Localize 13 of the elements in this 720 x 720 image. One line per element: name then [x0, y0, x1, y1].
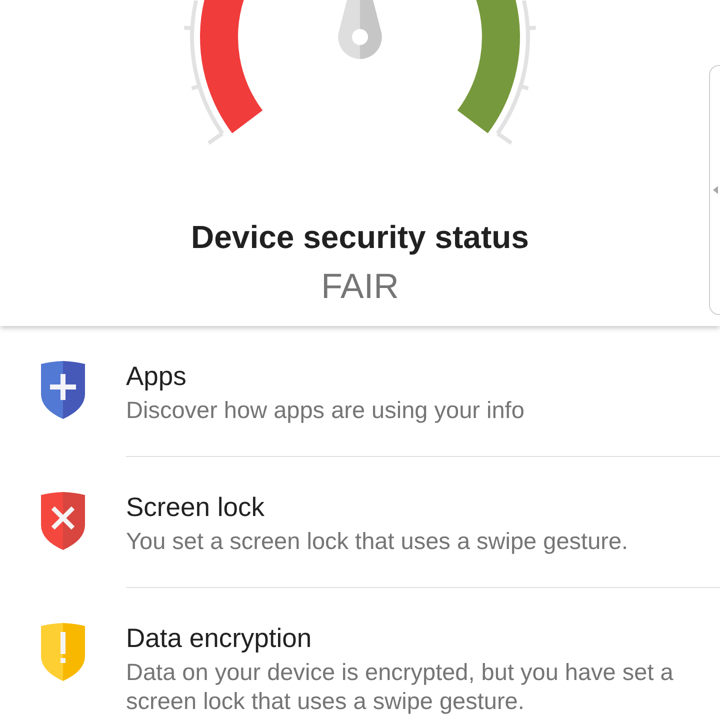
status-value: FAIR	[321, 266, 399, 308]
edge-panel-handle[interactable]	[709, 65, 720, 315]
item-description: You set a screen lock that uses a swipe gesture.	[126, 527, 630, 556]
shield-exclamation-icon	[41, 623, 85, 681]
item-description: Discover how apps are using your info	[126, 396, 526, 425]
item-title[interactable]: Data encryption	[126, 622, 706, 654]
item-description: Data on your device is encrypted, but you have set a screen lock that uses a swipe gesture.	[126, 658, 674, 716]
caret-icon	[713, 186, 718, 194]
item-title[interactable]: Screen lock	[126, 491, 706, 523]
shield-plus-icon	[41, 361, 85, 419]
shield-x-icon	[41, 492, 85, 550]
status-title: Device security status	[191, 218, 529, 257]
item-title[interactable]: Apps	[126, 360, 706, 392]
